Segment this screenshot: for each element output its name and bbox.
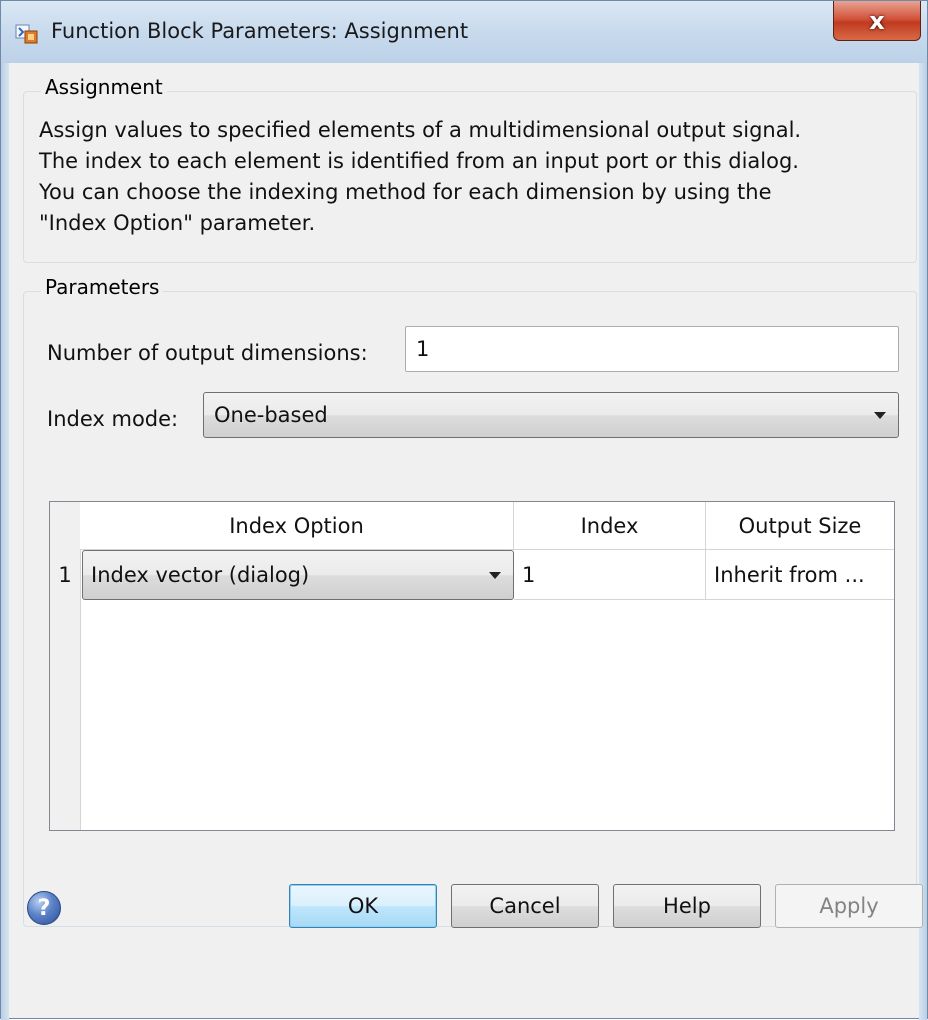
num-output-dims-label: Number of output dimensions: [47,341,368,365]
description-line: "Index Option" parameter. [39,211,316,235]
description-line: The index to each element is identified … [39,149,799,173]
index-table: Index Option Index Output Size 1 Index v… [49,501,895,831]
assignment-group-legend: Assignment [41,75,167,99]
column-header-index[interactable]: Index [514,502,706,550]
title-bar[interactable]: Function Block Parameters: Assignment x [1,1,927,63]
dialog-window: Function Block Parameters: Assignment x … [0,0,928,1020]
help-button[interactable]: Help [613,884,761,928]
output-size-cell[interactable]: Inherit from ... [706,550,894,600]
dialog-client-area: Assignment Assign values to specified el… [9,63,923,1012]
num-output-dims-field[interactable]: 1 [405,326,899,372]
description-line: You can choose the indexing method for e… [39,180,772,204]
description-line: Assign values to specified elements of a… [39,118,802,142]
assignment-description: Assign values to specified elements of a… [39,115,909,239]
help-question-icon[interactable]: ? [27,891,61,925]
chevron-down-icon [874,412,886,419]
cancel-button[interactable]: Cancel [451,884,599,928]
column-header-output-size[interactable]: Output Size [706,502,894,550]
index-option-value: Index vector (dialog) [91,563,310,587]
ok-button[interactable]: OK [289,884,437,928]
window-frame-left [1,63,9,1020]
window-title: Function Block Parameters: Assignment [51,19,469,43]
row-number: 1 [58,563,72,587]
parameters-group-legend: Parameters [41,275,164,299]
close-button[interactable]: x [833,1,921,41]
close-icon: x [869,6,885,35]
index-mode-label: Index mode: [47,407,179,431]
window-frame-right [919,63,927,1020]
index-mode-value: One-based [214,403,328,427]
index-mode-select[interactable]: One-based [203,392,899,438]
simulink-block-icon [15,24,38,44]
chevron-down-icon [489,572,501,579]
apply-button[interactable]: Apply [775,884,923,928]
index-cell[interactable]: 1 [514,550,706,600]
column-header-index-option[interactable]: Index Option [80,502,514,550]
index-option-select[interactable]: Index vector (dialog) [82,550,514,600]
